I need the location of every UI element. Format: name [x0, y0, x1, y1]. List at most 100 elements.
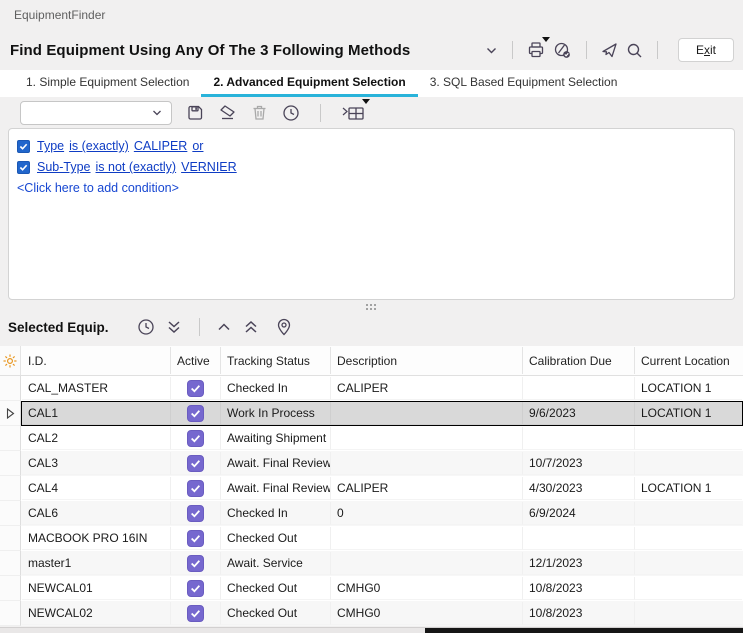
table-row[interactable]: NEWCAL02 Checked Out CMHG0 10/8/2023	[0, 601, 743, 626]
apply-view-icon[interactable]	[341, 103, 365, 122]
clock-icon[interactable]	[137, 318, 155, 336]
condition-toolbar	[0, 97, 743, 128]
cell-id: CAL6	[22, 502, 171, 525]
window-titlebar: EquipmentFinder	[0, 0, 743, 30]
table-row-selected[interactable]: CAL1 Work In Process 9/6/2023 LOCATION 1	[0, 401, 743, 426]
chevron-up-icon[interactable]	[216, 319, 232, 335]
cell-current-location	[635, 577, 742, 600]
row-indicator	[0, 501, 21, 526]
splitter-grip[interactable]	[366, 304, 378, 312]
cell-tracking-status: Work In Process	[221, 402, 331, 425]
cell-id: master1	[22, 552, 171, 575]
column-header-tracking-status[interactable]: Tracking Status	[221, 347, 331, 374]
cell-active	[171, 427, 221, 450]
checkbox-checked-icon[interactable]	[187, 405, 204, 422]
cell-tracking-status: Checked In	[221, 502, 331, 525]
cell-description	[331, 527, 523, 550]
condition-checkbox-checked-icon[interactable]	[17, 161, 30, 174]
toolbar-divider	[657, 41, 658, 59]
checkbox-checked-icon[interactable]	[187, 380, 204, 397]
table-row[interactable]: CAL2 Awaiting Shipment	[0, 426, 743, 451]
cell-calibration-due: 6/9/2024	[523, 502, 635, 525]
cell-current-location: LOCATION 1	[635, 477, 742, 500]
table-row[interactable]: CAL6 Checked In 0 6/9/2024	[0, 501, 743, 526]
column-header-description[interactable]: Description	[331, 347, 523, 374]
row-indicator	[0, 526, 21, 551]
condition-value-link[interactable]: VERNIER	[181, 160, 237, 174]
cell-tracking-status: Checked Out	[221, 577, 331, 600]
table-header-row: I.D. Active Tracking Status Description …	[0, 346, 743, 376]
saved-filter-input[interactable]	[21, 102, 151, 124]
cell-active	[171, 602, 221, 625]
condition-operator-link[interactable]: is not (exactly)	[96, 160, 177, 174]
horizontal-scrollbar-thumb[interactable]	[425, 628, 743, 633]
cell-description: CMHG0	[331, 577, 523, 600]
selected-equip-label: Selected Equip.	[8, 320, 109, 335]
eraser-icon[interactable]	[218, 103, 237, 122]
table-row[interactable]: NEWCAL01 Checked Out CMHG0 10/8/2023	[0, 576, 743, 601]
cell-active	[171, 502, 221, 525]
exit-button[interactable]: Exit	[678, 38, 734, 62]
row-indicator	[0, 551, 21, 576]
save-icon[interactable]	[186, 104, 204, 122]
double-chevron-down-icon[interactable]	[165, 318, 183, 336]
table-row[interactable]: master1 Await. Service 12/1/2023	[0, 551, 743, 576]
condition-field-link[interactable]: Sub-Type	[37, 160, 91, 174]
table-row[interactable]: CAL3 Await. Final Review 10/7/2023	[0, 451, 743, 476]
checkbox-checked-icon[interactable]	[187, 580, 204, 597]
window-title: EquipmentFinder	[14, 8, 105, 22]
condition-checkbox-checked-icon[interactable]	[17, 140, 30, 153]
condition-field-link[interactable]: Type	[37, 139, 64, 153]
location-icon[interactable]	[276, 318, 292, 336]
condition-value-link[interactable]: CALIPER	[134, 139, 188, 153]
tab-advanced-selection[interactable]: 2. Advanced Equipment Selection	[201, 70, 417, 97]
saved-filter-combobox[interactable]	[20, 101, 172, 125]
checkbox-checked-icon[interactable]	[187, 455, 204, 472]
cell-description	[331, 552, 523, 575]
print-icon[interactable]	[527, 41, 545, 59]
table-row[interactable]: MACBOOK PRO 16IN Checked Out	[0, 526, 743, 551]
row-indicator	[0, 476, 21, 501]
table-row[interactable]: CAL4 Await. Final Review CALIPER 4/30/20…	[0, 476, 743, 501]
tab-simple-selection[interactable]: 1. Simple Equipment Selection	[14, 70, 201, 97]
row-indicator	[0, 601, 21, 626]
condition-conjunction-link[interactable]: or	[192, 139, 203, 153]
cell-description: CMHG0	[331, 602, 523, 625]
chevron-down-icon[interactable]	[485, 44, 498, 57]
double-chevron-up-icon[interactable]	[242, 318, 260, 336]
history-icon[interactable]	[282, 104, 300, 122]
send-icon[interactable]	[601, 42, 618, 59]
search-icon[interactable]	[626, 42, 643, 59]
checkbox-checked-icon[interactable]	[187, 505, 204, 522]
cell-tracking-status: Await. Final Review	[221, 452, 331, 475]
trash-icon[interactable]	[251, 104, 268, 121]
cell-calibration-due: 10/7/2023	[523, 452, 635, 475]
cell-current-location	[635, 452, 742, 475]
checkbox-checked-icon[interactable]	[187, 530, 204, 547]
print-options-icon[interactable]	[553, 41, 572, 60]
checkbox-checked-icon[interactable]	[187, 430, 204, 447]
column-header-active[interactable]: Active	[171, 347, 221, 374]
grid-options-sun-icon[interactable]	[0, 346, 21, 375]
condition-expression: Sub-Type is not (exactly) VERNIER	[37, 160, 242, 174]
column-header-calibration-due[interactable]: Calibration Due	[523, 347, 635, 374]
table-row[interactable]: CAL_MASTER Checked In CALIPER LOCATION 1	[0, 376, 743, 401]
add-condition-link[interactable]: <Click here to add condition>	[17, 178, 726, 198]
cell-id: NEWCAL01	[22, 577, 171, 600]
tab-sql-selection[interactable]: 3. SQL Based Equipment Selection	[418, 70, 630, 97]
cell-tracking-status: Checked Out	[221, 602, 331, 625]
horizontal-scrollbar[interactable]	[0, 627, 743, 633]
cell-description: CALIPER	[331, 477, 523, 500]
combo-chevron-down-icon	[151, 107, 163, 119]
checkbox-checked-icon[interactable]	[187, 605, 204, 622]
column-header-id[interactable]: I.D.	[22, 347, 171, 374]
cell-description: 0	[331, 502, 523, 525]
condition-builder-panel: Type is (exactly) CALIPER or Sub-Type is not…	[8, 128, 735, 300]
toolbar-divider	[320, 104, 321, 122]
column-header-current-location[interactable]: Current Location	[635, 347, 742, 374]
cell-current-location	[635, 527, 742, 550]
checkbox-checked-icon[interactable]	[187, 480, 204, 497]
checkbox-checked-icon[interactable]	[187, 555, 204, 572]
cell-id: CAL2	[22, 427, 171, 450]
condition-operator-link[interactable]: is (exactly)	[69, 139, 129, 153]
